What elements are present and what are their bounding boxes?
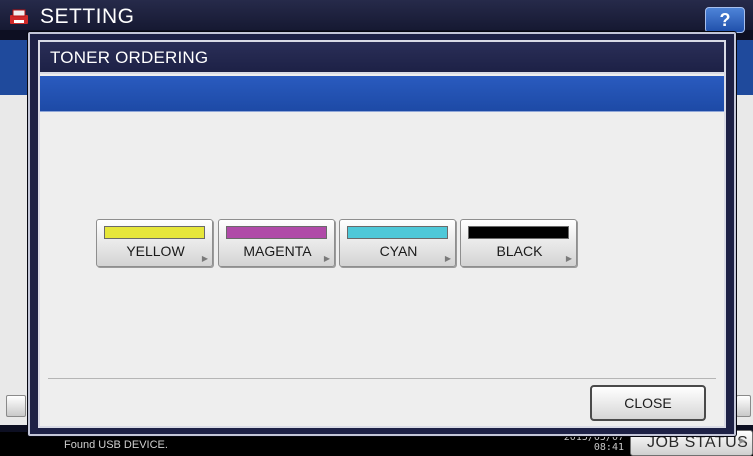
job-status-label: JOB STATUS	[647, 434, 749, 451]
toner-button-magenta[interactable]: MAGENTA ▶	[218, 219, 335, 267]
toner-label: BLACK	[496, 243, 543, 259]
toner-label: CYAN	[379, 243, 418, 259]
time-text: 08:41	[593, 442, 624, 453]
dialog-title: TONER ORDERING	[50, 48, 209, 67]
triangle-right-icon: ▶	[323, 254, 330, 263]
status-message: Found USB DEVICE.	[64, 439, 168, 451]
triangle-right-icon: ▶	[739, 436, 746, 445]
background-right-button	[736, 395, 751, 417]
background-left-button	[6, 395, 26, 417]
toner-button-yellow[interactable]: YELLOW ▶	[96, 219, 213, 267]
dialog-titlebar: TONER ORDERING	[40, 42, 724, 74]
toner-button-cyan[interactable]: CYAN ▶	[339, 219, 456, 267]
printer-logo-icon	[10, 9, 28, 24]
help-button[interactable]: ?	[705, 7, 745, 33]
toner-ordering-dialog: TONER ORDERING YELLOW ▶ MAGENTA ▶ CYAN ▶…	[28, 32, 736, 436]
triangle-right-icon: ▶	[444, 254, 451, 263]
black-swatch	[468, 226, 569, 239]
close-button[interactable]: CLOSE	[590, 385, 706, 421]
cyan-swatch	[347, 226, 448, 239]
toner-label: MAGENTA	[243, 243, 312, 259]
dialog-divider	[48, 378, 716, 379]
toner-button-black[interactable]: BLACK ▶	[460, 219, 577, 267]
yellow-swatch	[104, 226, 205, 239]
dialog-blue-band	[40, 76, 724, 112]
app-title: SETTING	[40, 5, 135, 28]
triangle-right-icon: ▶	[201, 254, 208, 263]
dialog-panel: TONER ORDERING YELLOW ▶ MAGENTA ▶ CYAN ▶…	[38, 40, 726, 428]
dialog-content: YELLOW ▶ MAGENTA ▶ CYAN ▶ BLACK ▶	[40, 112, 724, 380]
toner-label: YELLOW	[126, 243, 185, 259]
triangle-right-icon: ▶	[565, 254, 572, 263]
screen: SETTING ? Found USB DEVICE. 2015/05/07 0…	[0, 0, 753, 456]
magenta-swatch	[226, 226, 327, 239]
app-header: SETTING	[0, 0, 753, 30]
